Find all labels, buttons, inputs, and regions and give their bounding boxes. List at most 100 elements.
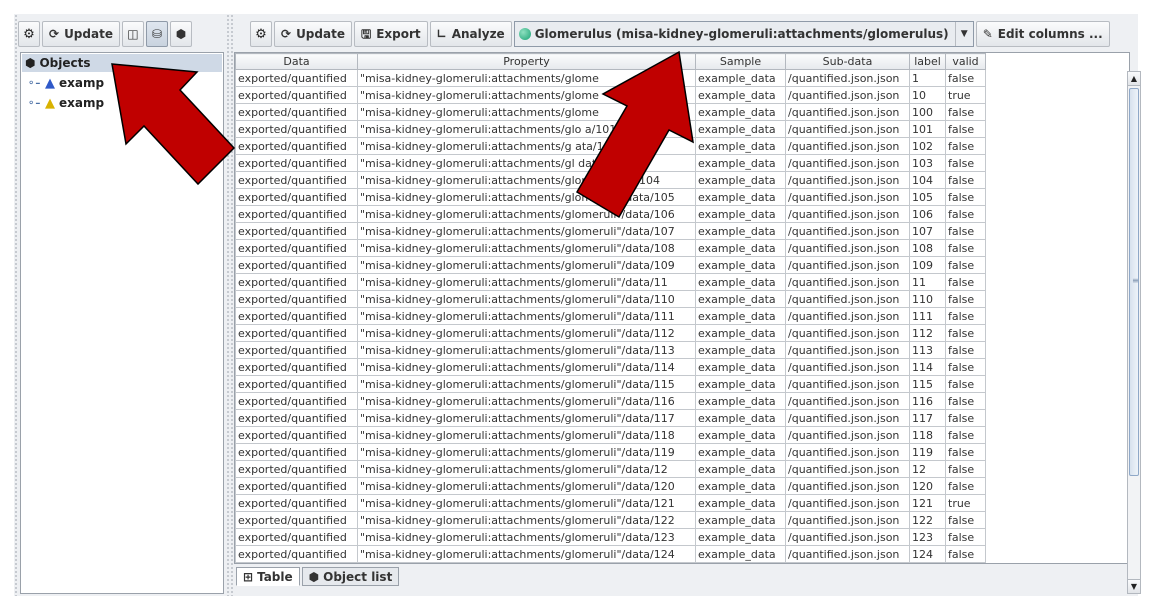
cell-data[interactable]: exported/quantified	[235, 528, 358, 546]
cell-sample[interactable]: example_data	[695, 392, 786, 410]
data-view-button[interactable]: ⛁	[145, 21, 168, 47]
cell-sample[interactable]: example_data	[695, 324, 786, 342]
cell-label[interactable]: 122	[909, 511, 946, 529]
cell-label[interactable]: 106	[909, 205, 946, 223]
table-row[interactable]: exported/quantified "misa-kidney-glomerul…	[235, 511, 986, 529]
cell-property[interactable]: "misa-kidney-glomeruli:attachments/glome…	[357, 290, 696, 308]
cell-valid[interactable]: false	[945, 392, 986, 410]
cell-label[interactable]: 1	[909, 69, 946, 87]
cell-label[interactable]: 10	[909, 86, 946, 104]
cell-label[interactable]: 11	[909, 273, 946, 291]
cell-valid[interactable]: false	[945, 324, 986, 342]
cell-data[interactable]: exported/quantified	[235, 86, 358, 104]
cell-label[interactable]: 115	[909, 375, 946, 393]
cell-data[interactable]: exported/quantified	[235, 443, 358, 461]
cell-data[interactable]: exported/quantified	[235, 460, 358, 478]
cell-valid[interactable]: false	[945, 477, 986, 495]
table-row[interactable]: exported/quantified "misa-kidney-glomerul…	[235, 307, 986, 325]
cell-sample[interactable]: example_data	[695, 86, 786, 104]
cell-valid[interactable]: false	[945, 120, 986, 138]
scroll-down-icon[interactable]: ▼	[1128, 579, 1140, 593]
cell-sample[interactable]: example_data	[695, 188, 786, 206]
cell-data[interactable]: exported/quantified	[235, 188, 358, 206]
cell-sample[interactable]: example_data	[695, 256, 786, 274]
cell-property[interactable]: "misa-kidney-glomeruli:attachments/glome…	[357, 443, 696, 461]
column-header-sample[interactable]: Sample	[695, 53, 786, 70]
edit-columns-button[interactable]: ✎ Edit columns ...	[975, 21, 1110, 47]
cell-label[interactable]: 121	[909, 494, 946, 512]
column-header-data[interactable]: Data	[235, 53, 358, 70]
cell-valid[interactable]: false	[945, 443, 986, 461]
cell-label[interactable]: 107	[909, 222, 946, 240]
scroll-up-icon[interactable]: ▲	[1128, 72, 1140, 86]
cell-data[interactable]: exported/quantified	[235, 511, 358, 529]
expand-handle-icon[interactable]: ⚬–	[27, 98, 41, 109]
cell-sub-data[interactable]: /quantified.json.json	[785, 341, 910, 359]
cell-sub-data[interactable]: /quantified.json.json	[785, 256, 910, 274]
cell-label[interactable]: 109	[909, 256, 946, 274]
cell-sub-data[interactable]: /quantified.json.json	[785, 307, 910, 325]
table-row[interactable]: exported/quantified "misa-kidney-glomerul…	[235, 494, 986, 512]
cell-property[interactable]: "misa-kidney-glomeruli:attachments/glome…	[357, 460, 696, 478]
table-row[interactable]: exported/quantified "misa-kidney-glomerul…	[235, 239, 986, 257]
cell-property[interactable]: "misa-kidney-glomeruli:attachments/glome…	[357, 392, 696, 410]
vertical-scrollbar[interactable]: ▲ ≡ ▼	[1127, 71, 1141, 594]
cell-sub-data[interactable]: /quantified.json.json	[785, 477, 910, 495]
cell-valid[interactable]: true	[945, 86, 986, 104]
cell-label[interactable]: 12	[909, 460, 946, 478]
cell-sub-data[interactable]: /quantified.json.json	[785, 460, 910, 478]
tab-object-list[interactable]: ⬢ Object list	[301, 567, 400, 586]
cell-valid[interactable]: false	[945, 188, 986, 206]
cell-data[interactable]: exported/quantified	[235, 103, 358, 121]
cell-label[interactable]: 123	[909, 528, 946, 546]
cell-property[interactable]: "misa-kidney-glomeruli:attachments/glome…	[357, 239, 696, 257]
cell-label[interactable]: 101	[909, 120, 946, 138]
cell-data[interactable]: exported/quantified	[235, 494, 358, 512]
cell-label[interactable]: 116	[909, 392, 946, 410]
objects-view-button[interactable]: ⬢	[169, 21, 192, 47]
cell-property[interactable]: "misa-kidney-glomeruli:attachments/glome…	[357, 375, 696, 393]
cell-data[interactable]: exported/quantified	[235, 137, 358, 155]
cell-sub-data[interactable]: /quantified.json.json	[785, 171, 910, 189]
cell-sample[interactable]: example_data	[695, 375, 786, 393]
cell-property[interactable]: "misa-kidney-glomeruli:attachments/glome…	[357, 528, 696, 546]
cell-valid[interactable]: false	[945, 358, 986, 376]
cell-data[interactable]: exported/quantified	[235, 205, 358, 223]
cell-sample[interactable]: example_data	[695, 69, 786, 87]
cell-sub-data[interactable]: /quantified.json.json	[785, 103, 910, 121]
cell-valid[interactable]: false	[945, 409, 986, 427]
cell-valid[interactable]: false	[945, 171, 986, 189]
cell-sub-data[interactable]: /quantified.json.json	[785, 392, 910, 410]
table-row[interactable]: exported/quantified "misa-kidney-glomerul…	[235, 443, 986, 461]
cell-data[interactable]: exported/quantified	[235, 171, 358, 189]
cell-sub-data[interactable]: /quantified.json.json	[785, 375, 910, 393]
cell-sample[interactable]: example_data	[695, 426, 786, 444]
table-row[interactable]: exported/quantified "misa-kidney-glomerul…	[235, 341, 986, 359]
table-row[interactable]: exported/quantified "misa-kidney-glomerul…	[235, 358, 986, 376]
cell-sample[interactable]: example_data	[695, 171, 786, 189]
cell-sub-data[interactable]: /quantified.json.json	[785, 358, 910, 376]
cell-sample[interactable]: example_data	[695, 103, 786, 121]
cell-sub-data[interactable]: /quantified.json.json	[785, 494, 910, 512]
cell-property[interactable]: "misa-kidney-glomeruli:attachments/glome…	[357, 358, 696, 376]
cell-valid[interactable]: false	[945, 545, 986, 563]
cell-property[interactable]: "misa-kidney-glomeruli:attachments/glome…	[357, 545, 696, 563]
cell-sub-data[interactable]: /quantified.json.json	[785, 69, 910, 87]
cell-data[interactable]: exported/quantified	[235, 426, 358, 444]
cell-valid[interactable]: false	[945, 205, 986, 223]
cell-sub-data[interactable]: /quantified.json.json	[785, 273, 910, 291]
table-row[interactable]: exported/quantified "misa-kidney-glomerul…	[235, 392, 986, 410]
cell-sample[interactable]: example_data	[695, 494, 786, 512]
table-row[interactable]: exported/quantified "misa-kidney-glomerul…	[235, 477, 986, 495]
cell-label[interactable]: 111	[909, 307, 946, 325]
cell-valid[interactable]: false	[945, 69, 986, 87]
cell-sub-data[interactable]: /quantified.json.json	[785, 205, 910, 223]
cell-data[interactable]: exported/quantified	[235, 545, 358, 563]
cell-valid[interactable]: true	[945, 494, 986, 512]
cell-sample[interactable]: example_data	[695, 545, 786, 563]
cell-sub-data[interactable]: /quantified.json.json	[785, 120, 910, 138]
cell-sub-data[interactable]: /quantified.json.json	[785, 426, 910, 444]
cell-sample[interactable]: example_data	[695, 205, 786, 223]
cell-sample[interactable]: example_data	[695, 443, 786, 461]
cell-sub-data[interactable]: /quantified.json.json	[785, 188, 910, 206]
